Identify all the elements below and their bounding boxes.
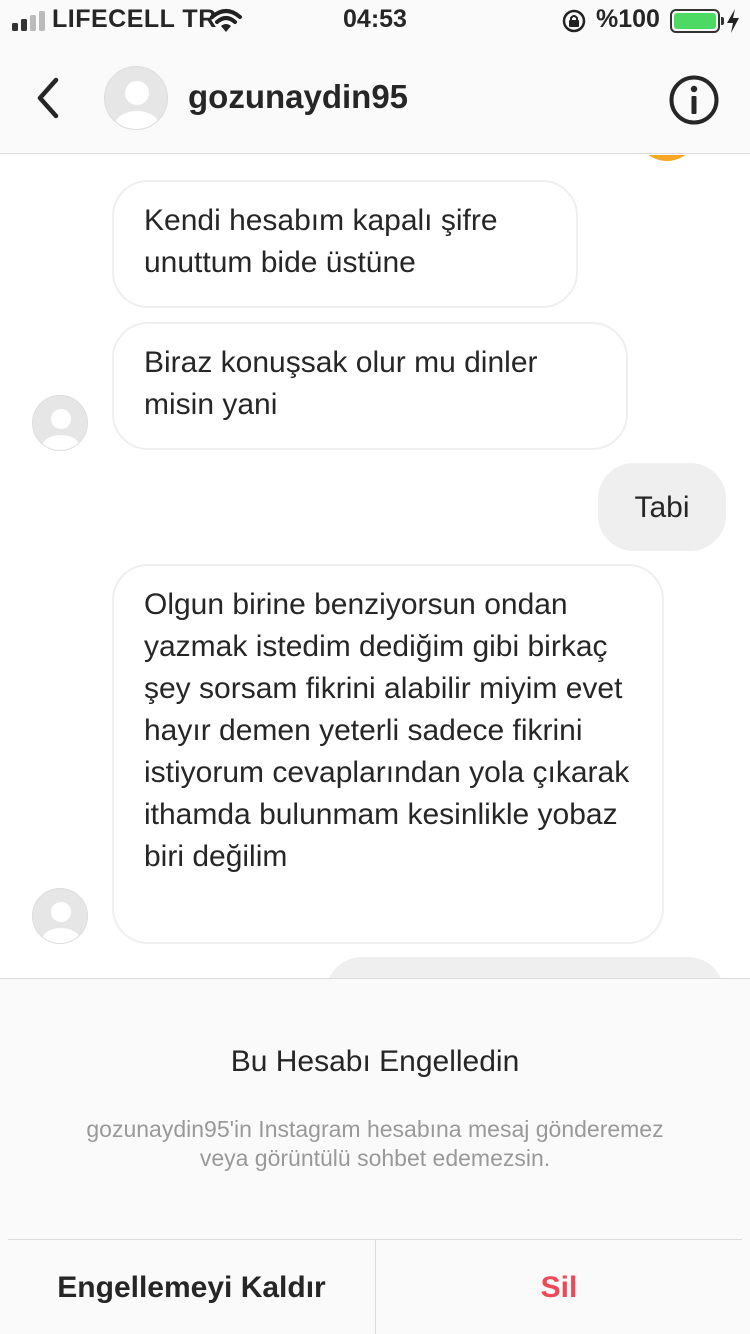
- message-bubble-sent[interactable]: Tabi: [598, 463, 726, 551]
- blocked-actions: Engellemeyi Kaldır Sil: [8, 1239, 742, 1334]
- blocked-title: Bu Hesabı Engelledin: [230, 1045, 520, 1078]
- chat-header: gozunaydin95: [0, 42, 750, 154]
- charging-bolt-icon: [727, 9, 739, 33]
- default-avatar-icon: [42, 409, 80, 450]
- battery-percentage: %100: [596, 5, 660, 33]
- partial-avatar: [636, 155, 698, 161]
- info-circle-icon[interactable]: [668, 74, 720, 126]
- message-bubble-received[interactable]: Biraz konuşsak olur mu dinler misin yani: [112, 322, 628, 450]
- default-avatar-icon: [42, 902, 80, 943]
- default-avatar-icon: [115, 81, 159, 129]
- avatar[interactable]: [32, 888, 88, 944]
- message-bubble-received[interactable]: Olgun birine benziyorsun ondan yazmak is…: [112, 564, 664, 944]
- message-bubble-sent[interactable]: [326, 957, 724, 978]
- avatar[interactable]: [32, 395, 88, 451]
- avatar[interactable]: [104, 66, 168, 130]
- unblock-button[interactable]: Engellemeyi Kaldır: [8, 1240, 376, 1334]
- chevron-left-icon[interactable]: [28, 72, 68, 124]
- battery-level: [674, 13, 716, 29]
- blocked-description: gozunaydin95'in Instagram hesabına mesaj…: [86, 1116, 664, 1171]
- message-bubble-received[interactable]: Kendi hesabım kapalı şifre unuttum bide …: [112, 180, 578, 308]
- username[interactable]: gozunaydin95: [188, 78, 408, 116]
- delete-button[interactable]: Sil: [376, 1240, 742, 1334]
- battery-icon: [670, 9, 724, 33]
- blocked-panel: Bu Hesabı Engelledin gozunaydin95'in Ins…: [0, 978, 750, 1334]
- rotation-lock-icon: [562, 9, 586, 33]
- message-list[interactable]: Kendi hesabım kapalı şifre unuttum bide …: [0, 155, 750, 978]
- status-bar: LIFECELL TR 04:53 %100: [0, 0, 750, 42]
